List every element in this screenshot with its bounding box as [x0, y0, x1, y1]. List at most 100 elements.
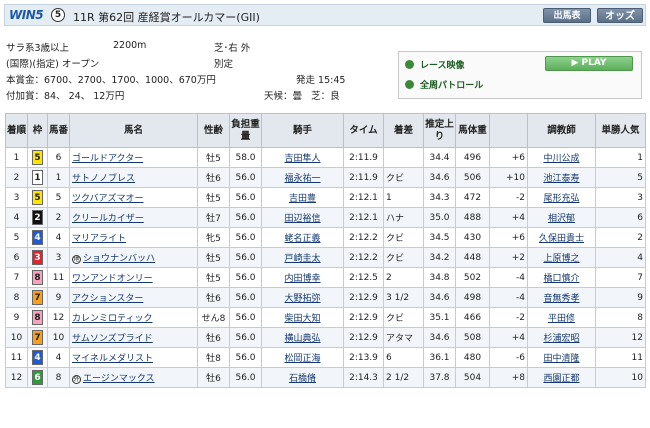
- frame-cell: 4: [27, 227, 48, 248]
- weight-diff-cell: -2: [489, 307, 528, 328]
- jockey-cell-link[interactable]: 吉田豊: [289, 194, 316, 204]
- trainer-cell-link[interactable]: 平田修: [548, 314, 575, 324]
- trainer-cell-link[interactable]: 橋口慎介: [543, 274, 579, 284]
- horse-cell[interactable]: ゴールドアクター: [69, 147, 198, 168]
- jockey-cell[interactable]: 横山典弘: [261, 327, 344, 348]
- trainer-cell[interactable]: 中川公成: [527, 147, 596, 168]
- jockey-cell[interactable]: 戸崎圭太: [261, 247, 344, 268]
- last3f-cell: 34.5: [423, 227, 456, 248]
- trainer-cell[interactable]: 平田修: [527, 307, 596, 328]
- trainer-cell[interactable]: 杉浦宏昭: [527, 327, 596, 348]
- horse-name-link[interactable]: マリアライト: [72, 234, 126, 244]
- frame-badge: 7: [32, 330, 43, 345]
- horse-name-link[interactable]: ショウナンバッハ: [83, 254, 155, 264]
- jockey-cell-link[interactable]: 柴田大知: [284, 314, 320, 324]
- horse-name-link[interactable]: ツクバアズマオー: [72, 194, 144, 204]
- jockey-cell[interactable]: 柴田大知: [261, 307, 344, 328]
- sex-age-cell: 牡6: [197, 327, 230, 348]
- jockey-cell-link[interactable]: 蛯名正義: [284, 234, 320, 244]
- jockey-cell-link[interactable]: 吉田隼人: [284, 154, 320, 164]
- jockey-cell-link[interactable]: 戸崎圭太: [284, 254, 320, 264]
- odds-button[interactable]: オッズ: [597, 8, 643, 23]
- trainer-cell[interactable]: 西園正都: [527, 367, 596, 388]
- trainer-cell[interactable]: 橋口慎介: [527, 267, 596, 288]
- margin-cell: 6: [383, 347, 424, 368]
- weight-cell: 56.0: [229, 347, 262, 368]
- start-label: 発走: [296, 75, 316, 86]
- frame-badge: 2: [32, 210, 43, 225]
- horse-cell[interactable]: ワンアンドオンリー: [69, 267, 198, 288]
- horse-name-link[interactable]: クリールカイザー: [72, 214, 144, 224]
- horse-cell[interactable]: クリールカイザー: [69, 207, 198, 228]
- trainer-cell-link[interactable]: 田中清隆: [543, 354, 579, 364]
- jockey-cell[interactable]: 吉田豊: [261, 187, 344, 208]
- trainer-cell[interactable]: 上原博之: [527, 247, 596, 268]
- jockey-cell[interactable]: 福永祐一: [261, 167, 344, 188]
- horse-name-link[interactable]: サムソンズプライド: [72, 334, 153, 344]
- jockey-cell[interactable]: 吉田隼人: [261, 147, 344, 168]
- header-last3f: 推定上り: [423, 113, 456, 148]
- jockey-cell-link[interactable]: 石橋脩: [289, 374, 316, 384]
- trainer-cell[interactable]: 相沢郁: [527, 207, 596, 228]
- horse-cell[interactable]: 地ショウナンバッハ: [69, 247, 198, 268]
- entry-button[interactable]: 出馬表: [543, 8, 591, 23]
- trainer-cell-link[interactable]: 相沢郁: [548, 214, 575, 224]
- trainer-cell-link[interactable]: 杉浦宏昭: [543, 334, 579, 344]
- horse-name-link[interactable]: サトノノブレス: [72, 174, 135, 184]
- trainer-cell[interactable]: 久保田貴士: [527, 227, 596, 248]
- horse-cell[interactable]: アクションスター: [69, 287, 198, 308]
- frame-cell: 2: [27, 207, 48, 228]
- trainer-cell-link[interactable]: 音無秀孝: [543, 294, 579, 304]
- jockey-cell-link[interactable]: 横山典弘: [284, 334, 320, 344]
- jockey-cell[interactable]: 蛯名正義: [261, 227, 344, 248]
- horse-name-link[interactable]: マイネルメダリスト: [72, 354, 153, 364]
- play-button[interactable]: ▶ PLAY: [545, 56, 633, 71]
- last3f-cell: 34.4: [423, 147, 456, 168]
- jockey-cell[interactable]: 石橋脩: [261, 367, 344, 388]
- horse-cell[interactable]: サトノノブレス: [69, 167, 198, 188]
- race-video-link[interactable]: レース映像: [405, 58, 465, 74]
- rank-cell: 2: [5, 167, 28, 188]
- sex-age-cell: 牡5: [197, 247, 230, 268]
- race-header: WIN5 5 11R 第62回 産経賞オールカマー(GII) 出馬表 オッズ: [4, 4, 646, 26]
- jockey-cell-link[interactable]: 内田博幸: [284, 274, 320, 284]
- trainer-cell-link[interactable]: 久保田貴士: [539, 234, 584, 244]
- jockey-cell-link[interactable]: 福永祐一: [284, 174, 320, 184]
- start-time: 発走 15:45: [296, 72, 345, 86]
- trainer-cell-link[interactable]: 池江泰寿: [543, 174, 579, 184]
- jockey-cell[interactable]: 大野拓弥: [261, 287, 344, 308]
- header-frame: 枠: [27, 113, 48, 148]
- frame-badge: 4: [32, 230, 43, 245]
- patrol-video-link[interactable]: 全周パトロール: [405, 78, 483, 94]
- horse-cell[interactable]: マイネルメダリスト: [69, 347, 198, 368]
- horse-cell[interactable]: 外エージンマックス: [69, 367, 198, 388]
- jockey-cell[interactable]: 内田博幸: [261, 267, 344, 288]
- trainer-cell-link[interactable]: 中川公成: [543, 154, 579, 164]
- horse-name-link[interactable]: エージンマックス: [83, 374, 155, 384]
- trainer-cell-link[interactable]: 西園正都: [543, 374, 579, 384]
- jockey-cell-link[interactable]: 松岡正海: [284, 354, 320, 364]
- horse-cell[interactable]: マリアライト: [69, 227, 198, 248]
- jockey-cell[interactable]: 田辺裕信: [261, 207, 344, 228]
- jockey-cell-link[interactable]: 田辺裕信: [284, 214, 320, 224]
- horse-name-link[interactable]: ゴールドアクター: [72, 154, 143, 164]
- table-row: 11 4 4 マイネルメダリスト 牡8 56.0 松岡正海 2:13.9 6 36.1 480 -6 田…: [5, 347, 646, 368]
- body-weight-cell: 488: [455, 207, 490, 228]
- trainer-cell[interactable]: 音無秀孝: [527, 287, 596, 308]
- trainer-cell-link[interactable]: 尾形充弘: [543, 194, 579, 204]
- horse-name-link[interactable]: アクションスター: [72, 294, 143, 304]
- number-cell: 9: [47, 287, 70, 308]
- horse-name-link[interactable]: カレンミロティック: [72, 314, 152, 324]
- trainer-cell[interactable]: 池江泰寿: [527, 167, 596, 188]
- jockey-cell-link[interactable]: 大野拓弥: [284, 294, 320, 304]
- horse-cell[interactable]: サムソンズプライド: [69, 327, 198, 348]
- trainer-cell-link[interactable]: 上原博之: [543, 254, 579, 264]
- horse-cell[interactable]: カレンミロティック: [69, 307, 198, 328]
- table-row: 10 7 10 サムソンズプライド 牡6 56.0 横山典弘 2:12.9 アタマ 34.6 508…: [5, 327, 646, 348]
- horse-cell[interactable]: ツクバアズマオー: [69, 187, 198, 208]
- jockey-cell[interactable]: 松岡正海: [261, 347, 344, 368]
- horse-name-link[interactable]: ワンアンドオンリー: [72, 274, 153, 284]
- rank-cell: 8: [5, 287, 28, 308]
- trainer-cell[interactable]: 尾形充弘: [527, 187, 596, 208]
- trainer-cell[interactable]: 田中清隆: [527, 347, 596, 368]
